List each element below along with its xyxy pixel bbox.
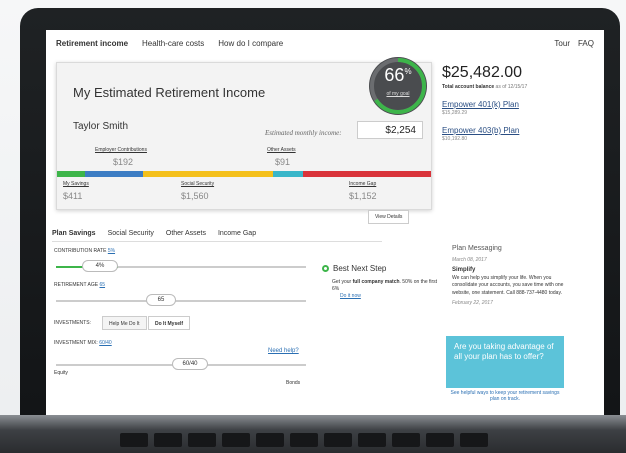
faq-link[interactable]: FAQ bbox=[578, 39, 594, 48]
bar-segment-income-gap bbox=[303, 171, 431, 177]
best-next-step: Best Next Step Get your full company mat… bbox=[322, 264, 442, 299]
goal-percent: 66% bbox=[384, 65, 412, 85]
retirement-estimate-card: My Estimated Retirement Income Taylor Sm… bbox=[56, 57, 432, 210]
tab-income-gap[interactable]: Income Gap bbox=[218, 230, 256, 237]
contribution-rate-text: CONTRIBUTION RATE bbox=[54, 248, 107, 254]
message-body: We can help you simplify your life. When… bbox=[452, 275, 564, 296]
other-assets-label[interactable]: Other Assets bbox=[267, 147, 296, 153]
investments-label: INVESTMENTS: bbox=[54, 320, 91, 326]
contribution-rate-link[interactable]: 5% bbox=[108, 248, 115, 254]
best-next-step-title: Best Next Step bbox=[333, 264, 387, 273]
need-help-link[interactable]: Need help? bbox=[268, 348, 299, 354]
help-me-do-it-button[interactable]: Help Me Do It bbox=[102, 316, 147, 330]
equity-label: Equity bbox=[54, 370, 68, 376]
account-balance-panel: $25,482.00 Total account balance as of 1… bbox=[442, 64, 598, 142]
next-step-prefix: Get your bbox=[332, 279, 353, 285]
promo-link[interactable]: See helpful ways to keep your retirement… bbox=[446, 390, 564, 402]
plan-401k-link[interactable]: Empower 401(k) Plan bbox=[442, 100, 598, 109]
social-security-label[interactable]: Social Security bbox=[181, 181, 214, 187]
income-breakdown-bar bbox=[57, 171, 431, 177]
circle-check-icon bbox=[322, 265, 329, 272]
contribution-rate-label: CONTRIBUTION RATE 5% bbox=[54, 248, 115, 254]
message-date-1: March 08, 2017 bbox=[452, 257, 487, 264]
tab-how-do-i-compare[interactable]: How do I compare bbox=[218, 39, 283, 48]
investment-mix-label: INVESTMENT MIX: 60/40 bbox=[54, 340, 112, 346]
balance-as-of: as of 12/15/17 bbox=[495, 84, 528, 90]
message-date-2: February 22, 2017 bbox=[452, 299, 493, 306]
best-next-step-heading: Best Next Step bbox=[322, 264, 442, 273]
monthly-income-label: Estimated monthly income: bbox=[265, 129, 342, 137]
plan-401k-value: $15,289.29 bbox=[442, 110, 468, 116]
employer-contributions-value: $192 bbox=[113, 157, 134, 167]
app-screen: Retirement income Health-care costs How … bbox=[46, 30, 604, 416]
message-title: Simplify bbox=[452, 267, 476, 274]
investment-mix-text: INVESTMENT MIX: bbox=[54, 340, 98, 346]
tab-plan-savings[interactable]: Plan Savings bbox=[52, 230, 96, 237]
contribution-slider-thumb[interactable]: 4% bbox=[82, 260, 118, 272]
my-savings-label[interactable]: My Savings bbox=[63, 181, 89, 187]
plan-messaging-heading: Plan Messaging bbox=[452, 245, 502, 252]
social-security-value: $1,560 bbox=[181, 191, 209, 201]
balance-amount: $25,482.00 bbox=[442, 64, 523, 81]
monthly-income-value: $2,254 bbox=[357, 121, 423, 139]
other-assets-value: $91 bbox=[275, 157, 291, 167]
bar-segment-employer bbox=[85, 171, 143, 177]
laptop-keyboard bbox=[0, 415, 626, 453]
keyboard-keys bbox=[120, 433, 488, 447]
employer-contributions-label[interactable]: Employer Contributions bbox=[95, 147, 147, 153]
income-gap-value: $1,152 bbox=[349, 191, 377, 201]
retirement-age-thumb[interactable]: 65 bbox=[146, 294, 176, 306]
bar-segment-savings bbox=[57, 171, 85, 177]
tab-retirement-income[interactable]: Retirement income bbox=[56, 39, 128, 48]
plan-messaging: Plan Messaging March 08, 2017 Simplify W… bbox=[452, 244, 570, 307]
balance-label-text: Total account balance bbox=[442, 84, 495, 90]
bar-segment-social-security bbox=[143, 171, 273, 177]
best-next-step-body: Get your full company match. 50% on the … bbox=[322, 279, 442, 293]
view-details-button[interactable]: View Details bbox=[368, 210, 410, 224]
user-name: Taylor Smith bbox=[73, 121, 129, 132]
bar-segment-other-assets bbox=[273, 171, 303, 177]
income-gap-label[interactable]: Income Gap bbox=[349, 181, 376, 187]
tour-link[interactable]: Tour bbox=[554, 39, 570, 48]
retirement-age-link[interactable]: 65 bbox=[99, 282, 105, 288]
investment-mix-thumb[interactable]: 60/40 bbox=[172, 358, 208, 370]
planning-tabs: Plan Savings Social Security Other Asset… bbox=[52, 230, 382, 242]
goal-gauge: 66% of my goal bbox=[367, 55, 429, 117]
plan-401k: Empower 401(k) Plan $15,289.29 bbox=[442, 100, 598, 116]
top-nav: Retirement income Health-care costs How … bbox=[46, 30, 604, 56]
retirement-age-text: RETIREMENT AGE bbox=[54, 282, 99, 288]
do-it-now-link[interactable]: Do it now bbox=[322, 293, 442, 299]
tab-social-security[interactable]: Social Security bbox=[108, 230, 154, 237]
plan-403b-link[interactable]: Empower 403(b) Plan bbox=[442, 126, 598, 135]
next-step-bold: full company match bbox=[352, 279, 400, 285]
tab-health-care-costs[interactable]: Health-care costs bbox=[142, 39, 204, 48]
estimate-title: My Estimated Retirement Income bbox=[73, 85, 266, 100]
plan-403b-value: $10,192.80 bbox=[442, 136, 468, 142]
do-it-myself-button[interactable]: Do It Myself bbox=[148, 316, 191, 330]
investment-mix-link[interactable]: 60/40 bbox=[99, 340, 112, 346]
retirement-age-label: RETIREMENT AGE 65 bbox=[54, 282, 105, 288]
plan-403b: Empower 403(b) Plan $10,192.80 bbox=[442, 126, 598, 142]
tab-other-assets[interactable]: Other Assets bbox=[166, 230, 206, 237]
retirement-age-track[interactable] bbox=[56, 300, 306, 302]
of-my-goal-link[interactable]: of my goal bbox=[367, 91, 429, 97]
bonds-label: Bonds bbox=[286, 380, 301, 386]
balance-label: Total account balance as of 12/15/17 bbox=[442, 84, 598, 90]
promo-banner[interactable]: Are you taking advantage of all your pla… bbox=[446, 336, 564, 388]
my-savings-value: $411 bbox=[63, 191, 83, 201]
